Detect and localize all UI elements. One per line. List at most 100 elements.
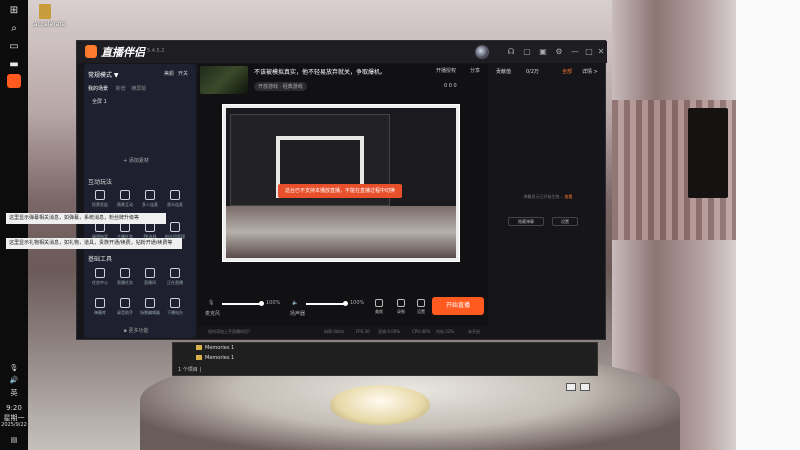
basic-tools-title: 基础工具 <box>88 256 113 263</box>
chat-view-link[interactable]: 查看 <box>565 194 573 199</box>
tool-label: 直播间 <box>144 280 156 285</box>
tab-landscape[interactable]: 横屏版 <box>131 86 146 92</box>
scene-item[interactable]: 全屏 1 <box>92 98 188 108</box>
task-view-icon[interactable]: ▭ <box>7 40 21 54</box>
bitrate: 码率:0kb/s <box>324 329 345 334</box>
mic-icon[interactable]: 🎙 <box>208 300 214 306</box>
gift-tooltip: 这里显示礼物相关消息，如礼物，道具，贵族开通/续费，钻粉开通/续费等 <box>6 238 182 249</box>
desktop-file[interactable]: .accelerate <box>32 4 65 28</box>
mic-slider-knob[interactable] <box>259 301 264 306</box>
tool-danmaku-lib[interactable]: 弹幕库 <box>88 298 112 316</box>
tool-label: 情景互动 <box>117 202 133 207</box>
live-auth-button[interactable]: 开播授权 <box>436 67 456 74</box>
live-room-icon <box>145 268 155 278</box>
close-icon[interactable]: ✕ <box>595 46 607 58</box>
start-live-button[interactable]: 开始直播 <box>432 297 484 315</box>
search-icon[interactable]: ⌕ <box>7 22 21 36</box>
chat-empty-state: 弹幕显示已开始生效... 查看 <box>496 194 600 200</box>
button-label: 美颜 <box>375 309 383 314</box>
gift-icon[interactable]: ▣ <box>537 46 549 58</box>
settings-button[interactable]: 设置 <box>412 299 430 315</box>
category-tag[interactable]: 开放游戏 · 经典游戏 <box>254 82 307 91</box>
notification-icon[interactable]: ▤ <box>0 436 28 444</box>
preview-photo <box>226 206 456 258</box>
file-explorer-window <box>172 342 598 376</box>
explorer-status: 1 个项目 | <box>178 367 202 373</box>
tool-label: 投票发起 <box>92 202 108 207</box>
tool-live-task[interactable]: 直播任务 <box>113 268 137 286</box>
folder-icon <box>196 345 202 350</box>
stream-title[interactable]: 不该被模拟真实，他不轻易放弃就关，争取爆机。 <box>254 67 386 76</box>
stream-stats: 0 0 0 <box>444 83 457 89</box>
tool-scene-interact[interactable]: 情景互动 <box>113 190 137 208</box>
share-button[interactable]: 分享 <box>470 67 480 74</box>
tool-label: 场景编辑器 <box>140 310 160 315</box>
mic-slider[interactable] <box>222 303 262 305</box>
maximize-icon[interactable]: □ <box>583 46 595 58</box>
tool-multi-link[interactable]: 多人连麦 <box>138 190 162 208</box>
tool-audio-helper[interactable]: 录音助手 <box>113 298 137 316</box>
avatar[interactable] <box>475 45 489 59</box>
app-version: 5.4.5.2 <box>147 48 165 54</box>
windows-icon[interactable]: ⊞ <box>7 4 21 18</box>
help-link[interactable]: 如何添加上手直播伴侣? <box>208 329 250 335</box>
mic-tray-icon[interactable]: 🎙 <box>0 364 28 372</box>
minimize-icon[interactable]: — <box>569 46 581 58</box>
tool-now-live[interactable]: 正在直播 <box>163 268 187 286</box>
record-icon <box>397 299 405 307</box>
scene-tabs: 我的场景 新增 横屏版 <box>88 85 146 92</box>
headset-icon[interactable]: ☊ <box>505 46 517 58</box>
settings-icon[interactable]: ⚙ <box>553 46 565 58</box>
speaker-label: 扬声器 <box>290 311 306 317</box>
app-taskbar-icon[interactable] <box>7 74 21 88</box>
tab-new[interactable]: 新增 <box>116 86 126 92</box>
wallpaper-table-center <box>330 385 430 425</box>
tab-my-scenes[interactable]: 我的场景 <box>88 86 108 92</box>
language-indicator[interactable]: 英 <box>0 388 28 398</box>
speaker-icon[interactable]: 🔈 <box>292 300 298 306</box>
contribution-count: 0/2万 <box>526 69 540 75</box>
tab-contribution[interactable]: 贡献值 <box>496 68 511 75</box>
link-icon <box>145 190 155 200</box>
mode-selector[interactable]: 常规模式 ▼ <box>88 70 119 79</box>
volume-tray-icon[interactable]: 🔊 <box>0 376 28 384</box>
tool-label: 录音助手 <box>117 310 133 315</box>
explorer-row[interactable]: Memories 1 <box>196 345 234 351</box>
record-button[interactable]: 录制 <box>392 299 410 315</box>
clock-time[interactable]: 9:20 <box>0 404 28 412</box>
tool-label: 正在直播 <box>167 280 183 285</box>
tool-vote[interactable]: 投票发起 <box>88 190 112 208</box>
more-features-button[interactable]: ▪ 更多功能 <box>86 327 186 334</box>
speaker-slider[interactable] <box>306 303 346 305</box>
danmaku-tooltip: 这里显示弹幕相关消息，如弹幕，系统消息，粉丝牌升级等 <box>6 213 166 224</box>
tool-audience-link[interactable]: 观众连麦 <box>163 190 187 208</box>
tool-live-room[interactable]: 直播间 <box>138 268 162 286</box>
message-icon[interactable]: ▢ <box>521 46 533 58</box>
explorer-row[interactable]: Memories 1 <box>196 355 234 361</box>
explorer-row-label: Memories 1 <box>205 345 235 351</box>
tab-all[interactable]: 全部 <box>562 68 572 75</box>
chat-settings-button[interactable]: 设置 <box>552 217 578 226</box>
explorer-row-label: Memories 1 <box>205 355 235 361</box>
tool-radio[interactable]: 下播电台 <box>163 298 187 316</box>
switch-link[interactable]: 开关 <box>178 70 188 77</box>
tool-task-center[interactable]: 任务中心 <box>88 268 112 286</box>
add-material-button[interactable]: + 添加素材 <box>86 157 186 164</box>
stream-thumbnail[interactable] <box>200 66 248 94</box>
cpu: CPU:46% <box>412 329 431 334</box>
file-explorer-icon[interactable]: ▬ <box>7 58 21 72</box>
button-label: 录制 <box>397 309 405 314</box>
desktop-mini-item <box>566 383 576 391</box>
audience-icon <box>170 190 180 200</box>
beauty-button[interactable]: 美颜 <box>370 299 388 315</box>
live-task-icon <box>120 268 130 278</box>
file-icon <box>39 4 51 19</box>
details-link[interactable]: 详情 > <box>582 68 598 75</box>
tool-scene-editor[interactable]: 场景编辑器 <box>138 298 162 316</box>
tool-label: 下播电台 <box>167 310 183 315</box>
speaker-slider-knob[interactable] <box>343 301 348 306</box>
interact-icon <box>120 190 130 200</box>
hide-danmaku-button[interactable]: 隐藏弹幕 <box>508 217 544 226</box>
mic-label: 麦克风 <box>205 311 221 317</box>
beauty-link[interactable]: 美颜 <box>164 70 174 77</box>
